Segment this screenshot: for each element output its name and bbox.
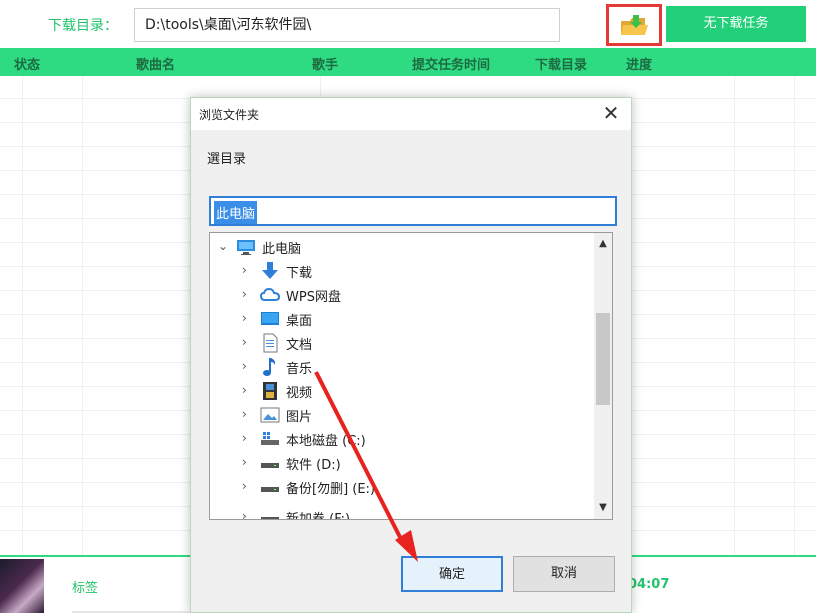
tree-item-this-pc[interactable]: ⌄ 此电脑 (210, 235, 590, 259)
header-submit-time: 提交任务时间 (412, 58, 491, 73)
cloud-icon (260, 287, 280, 301)
drive-icon (261, 487, 279, 492)
chevron-right-icon[interactable]: › (242, 431, 254, 445)
task-table-header: 状态 歌曲名 歌手 提交任务时间 下载目录 进度 (0, 48, 816, 76)
tree-item-drive-e[interactable]: › 备份[勿删] (E:) (210, 475, 590, 499)
video-icon (263, 382, 277, 400)
tree-item-label: 新加卷 (F:) (286, 512, 351, 520)
download-dir-label: 下载目录： (48, 18, 118, 34)
header-status: 状态 (14, 58, 41, 73)
tree-item-drive-f[interactable]: › 新加卷 (F:) (210, 505, 590, 520)
tree-item-drive-d[interactable]: › 软件 (D:) (210, 451, 590, 475)
dialog-description: 選目录 (207, 152, 247, 167)
tree-item-label: 桌面 (286, 314, 313, 329)
tree-item-pictures[interactable]: › 图片 (210, 403, 590, 427)
scroll-down-icon[interactable]: ▼ (594, 499, 612, 517)
tree-item-drive-c[interactable]: › 本地磁盘 (C:) (210, 427, 590, 451)
chevron-right-icon[interactable]: › (242, 287, 254, 301)
chevron-right-icon[interactable]: › (242, 263, 254, 277)
drive-icon (261, 517, 279, 519)
folder-path-field[interactable]: 此电脑 (209, 196, 617, 226)
tree-item-desktop[interactable]: › 桌面 (210, 307, 590, 331)
tree-item-label: 软件 (D:) (286, 458, 341, 473)
tree-item-label: 备份[勿删] (E:) (286, 482, 376, 497)
chevron-right-icon[interactable]: › (242, 335, 254, 349)
cancel-button[interactable]: 取消 (513, 556, 615, 592)
header-download-dir: 下载目录 (535, 58, 588, 73)
browse-folder-button[interactable] (606, 4, 662, 46)
picture-icon (260, 407, 280, 423)
tree-item-music[interactable]: › 音乐 (210, 355, 590, 379)
tree-item-label: 此电脑 (262, 242, 302, 257)
browse-folder-dialog: 浏览文件夹 ✕ 選目录 此电脑 ⌄ 此电脑 › 下载 › WPS网盘 › 桌面 … (190, 97, 632, 613)
tree-item-label: 音乐 (286, 362, 313, 377)
no-download-task-button[interactable]: 无下载任务 (666, 6, 806, 42)
tree-item-downloads[interactable]: › 下载 (210, 259, 590, 283)
header-progress: 进度 (626, 58, 653, 73)
computer-icon (237, 240, 255, 255)
chevron-right-icon[interactable]: › (242, 407, 254, 421)
download-dir-input[interactable]: D:\tools\桌面\河东软件园\ (134, 8, 560, 42)
top-bar: 下载目录： D:\tools\桌面\河东软件园\ 无下载任务 (0, 0, 816, 48)
folder-path-selected-text: 此电脑 (214, 201, 258, 224)
open-folder-icon (621, 15, 648, 35)
chevron-right-icon[interactable]: › (242, 311, 254, 325)
tree-item-videos[interactable]: › 视频 (210, 379, 590, 403)
ok-button[interactable]: 确定 (401, 556, 503, 592)
tree-item-label: 下载 (286, 266, 313, 281)
music-downloader-window: 下载目录： D:\tools\桌面\河东软件园\ 无下载任务 状态 歌曲名 歌手… (0, 0, 816, 613)
drive-icon (261, 463, 279, 468)
scroll-thumb[interactable] (596, 313, 610, 405)
header-song-name: 歌曲名 (136, 58, 176, 73)
chevron-down-icon[interactable]: ⌄ (218, 239, 230, 253)
chevron-right-icon[interactable]: › (242, 359, 254, 373)
album-cover[interactable] (0, 559, 44, 613)
desktop-icon (261, 312, 279, 325)
close-icon[interactable]: ✕ (599, 102, 623, 126)
tree-item-documents[interactable]: › 文档 (210, 331, 590, 355)
tag-label: 标签 (72, 581, 99, 596)
header-singer: 歌手 (312, 58, 339, 73)
chevron-right-icon[interactable]: › (242, 455, 254, 469)
system-drive-icon (261, 432, 279, 445)
tree-item-label: 本地磁盘 (C:) (286, 434, 366, 449)
track-time: 04:07 (628, 577, 670, 592)
dialog-titlebar: 浏览文件夹 ✕ (191, 98, 631, 130)
tree-scrollbar[interactable]: ▲ ▼ (594, 233, 612, 519)
tree-item-wps-cloud[interactable]: › WPS网盘 (210, 283, 590, 307)
chevron-right-icon[interactable]: › (242, 479, 254, 493)
chevron-right-icon[interactable]: › (242, 383, 254, 397)
tree-item-label: 文档 (286, 338, 313, 353)
music-note-icon (263, 358, 276, 376)
tree-item-label: WPS网盘 (286, 290, 341, 305)
scroll-up-icon[interactable]: ▲ (594, 235, 612, 253)
dialog-title: 浏览文件夹 (199, 108, 260, 122)
tree-item-label: 图片 (286, 410, 313, 425)
chevron-right-icon[interactable]: › (242, 509, 254, 519)
download-arrow-icon (262, 262, 278, 279)
document-icon (263, 333, 278, 353)
tree-item-label: 视频 (286, 386, 313, 401)
folder-tree[interactable]: ⌄ 此电脑 › 下载 › WPS网盘 › 桌面 › 文档 › 音乐 › 视频 ›… (209, 232, 613, 520)
